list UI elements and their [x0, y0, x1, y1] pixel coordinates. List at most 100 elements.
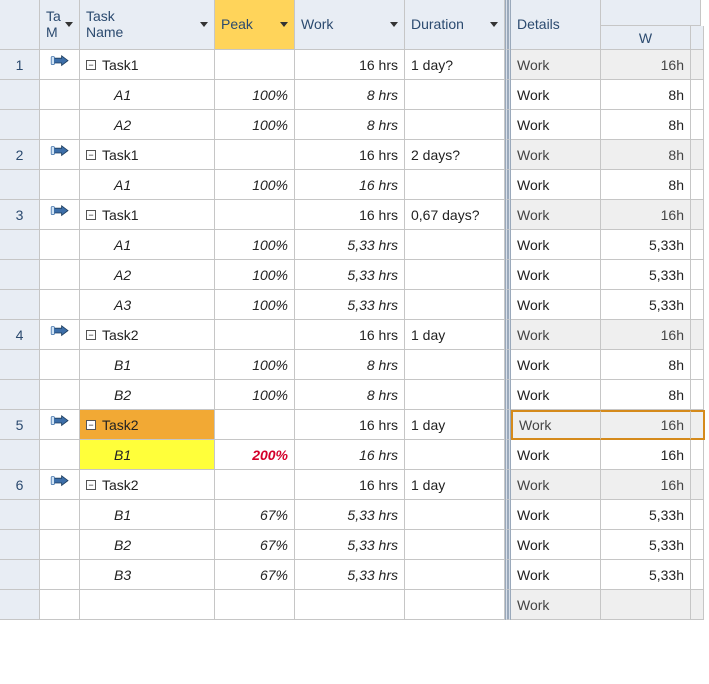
w-value-cell[interactable]: 8h: [601, 170, 691, 200]
resource-name-cell[interactable]: B2: [80, 530, 215, 560]
peak-cell[interactable]: [215, 410, 295, 440]
peak-cell[interactable]: 200%: [215, 440, 295, 470]
peak-cell[interactable]: 100%: [215, 350, 295, 380]
w-value-cell[interactable]: 5,33h: [601, 560, 691, 590]
w-value-cell[interactable]: 5,33h: [601, 230, 691, 260]
work-cell[interactable]: 5,33 hrs: [295, 260, 405, 290]
work-cell[interactable]: 16 hrs: [295, 200, 405, 230]
details-label-cell[interactable]: Work: [511, 200, 601, 230]
w-value-cell[interactable]: 16h: [601, 410, 691, 440]
row-number[interactable]: [0, 560, 40, 590]
w-value-cell[interactable]: 5,33h: [601, 500, 691, 530]
row-number[interactable]: [0, 590, 40, 620]
duration-cell[interactable]: 0,67 days?: [405, 200, 505, 230]
row-number[interactable]: [0, 170, 40, 200]
duration-cell[interactable]: [405, 590, 505, 620]
w-value-cell[interactable]: 5,33h: [601, 530, 691, 560]
chevron-down-icon[interactable]: [490, 22, 498, 27]
work-cell[interactable]: 16 hrs: [295, 440, 405, 470]
w-value-cell[interactable]: 16h: [601, 50, 691, 80]
header-peak[interactable]: Peak: [215, 0, 295, 50]
duration-cell[interactable]: [405, 500, 505, 530]
w-value-cell[interactable]: 16h: [601, 320, 691, 350]
chevron-down-icon[interactable]: [390, 22, 398, 27]
details-label-cell[interactable]: Work: [511, 170, 601, 200]
chevron-down-icon[interactable]: [65, 22, 73, 27]
details-label-cell[interactable]: Work: [511, 320, 601, 350]
details-label-cell[interactable]: Work: [511, 140, 601, 170]
details-label-cell[interactable]: Work: [511, 110, 601, 140]
peak-cell[interactable]: [215, 140, 295, 170]
w-value-cell[interactable]: 5,33h: [601, 260, 691, 290]
peak-cell[interactable]: 100%: [215, 290, 295, 320]
row-number[interactable]: 1: [0, 50, 40, 80]
header-details[interactable]: Details: [511, 0, 601, 50]
w-value-cell[interactable]: 16h: [601, 470, 691, 500]
chevron-down-icon[interactable]: [200, 22, 208, 27]
duration-cell[interactable]: 1 day: [405, 410, 505, 440]
w-value-cell[interactable]: 8h: [601, 80, 691, 110]
row-number[interactable]: 4: [0, 320, 40, 350]
w-value-cell[interactable]: 8h: [601, 350, 691, 380]
header-work[interactable]: Work: [295, 0, 405, 50]
resource-name-cell[interactable]: B1: [80, 500, 215, 530]
collapse-toggle[interactable]: −: [86, 60, 96, 70]
resource-name-cell[interactable]: A1: [80, 230, 215, 260]
details-label-cell[interactable]: Work: [511, 290, 601, 320]
resource-name-cell[interactable]: A3: [80, 290, 215, 320]
resource-name-cell[interactable]: A1: [80, 170, 215, 200]
row-number[interactable]: [0, 230, 40, 260]
work-cell[interactable]: 5,33 hrs: [295, 290, 405, 320]
w-value-cell[interactable]: 8h: [601, 110, 691, 140]
resource-name-cell[interactable]: [80, 590, 215, 620]
peak-cell[interactable]: 67%: [215, 560, 295, 590]
duration-cell[interactable]: [405, 560, 505, 590]
details-label-cell[interactable]: Work: [511, 260, 601, 290]
collapse-toggle[interactable]: −: [86, 210, 96, 220]
work-cell[interactable]: 16 hrs: [295, 140, 405, 170]
work-cell[interactable]: 16 hrs: [295, 410, 405, 440]
peak-cell[interactable]: [215, 470, 295, 500]
duration-cell[interactable]: 1 day: [405, 470, 505, 500]
collapse-toggle[interactable]: −: [86, 480, 96, 490]
header-taskmode[interactable]: TaM: [40, 0, 80, 50]
details-label-cell[interactable]: Work: [511, 80, 601, 110]
details-label-cell[interactable]: Work: [511, 530, 601, 560]
resource-name-cell[interactable]: A2: [80, 260, 215, 290]
duration-cell[interactable]: [405, 110, 505, 140]
details-label-cell[interactable]: Work: [511, 410, 601, 440]
duration-cell[interactable]: [405, 440, 505, 470]
w-value-cell[interactable]: 8h: [601, 140, 691, 170]
details-label-cell[interactable]: Work: [511, 470, 601, 500]
collapse-toggle[interactable]: −: [86, 420, 96, 430]
peak-cell[interactable]: 100%: [215, 110, 295, 140]
details-label-cell[interactable]: Work: [511, 590, 601, 620]
work-cell[interactable]: 8 hrs: [295, 80, 405, 110]
duration-cell[interactable]: [405, 170, 505, 200]
row-number[interactable]: [0, 440, 40, 470]
w-value-cell[interactable]: 16h: [601, 440, 691, 470]
task-name-cell[interactable]: −Task1: [80, 140, 215, 170]
header-duration[interactable]: Duration: [405, 0, 505, 50]
duration-cell[interactable]: [405, 530, 505, 560]
resource-name-cell[interactable]: B2: [80, 380, 215, 410]
w-value-cell[interactable]: [601, 590, 691, 620]
duration-cell[interactable]: [405, 350, 505, 380]
duration-cell[interactable]: [405, 380, 505, 410]
w-value-cell[interactable]: 8h: [601, 380, 691, 410]
collapse-toggle[interactable]: −: [86, 330, 96, 340]
duration-cell[interactable]: [405, 80, 505, 110]
resource-name-cell[interactable]: B1: [80, 350, 215, 380]
work-cell[interactable]: 16 hrs: [295, 170, 405, 200]
duration-cell[interactable]: 1 day: [405, 320, 505, 350]
row-number[interactable]: [0, 80, 40, 110]
resource-name-cell[interactable]: A1: [80, 80, 215, 110]
duration-cell[interactable]: [405, 290, 505, 320]
row-number[interactable]: [0, 380, 40, 410]
details-label-cell[interactable]: Work: [511, 560, 601, 590]
work-cell[interactable]: 5,33 hrs: [295, 530, 405, 560]
row-number[interactable]: 6: [0, 470, 40, 500]
row-number[interactable]: [0, 110, 40, 140]
row-number[interactable]: [0, 290, 40, 320]
work-cell[interactable]: 8 hrs: [295, 380, 405, 410]
